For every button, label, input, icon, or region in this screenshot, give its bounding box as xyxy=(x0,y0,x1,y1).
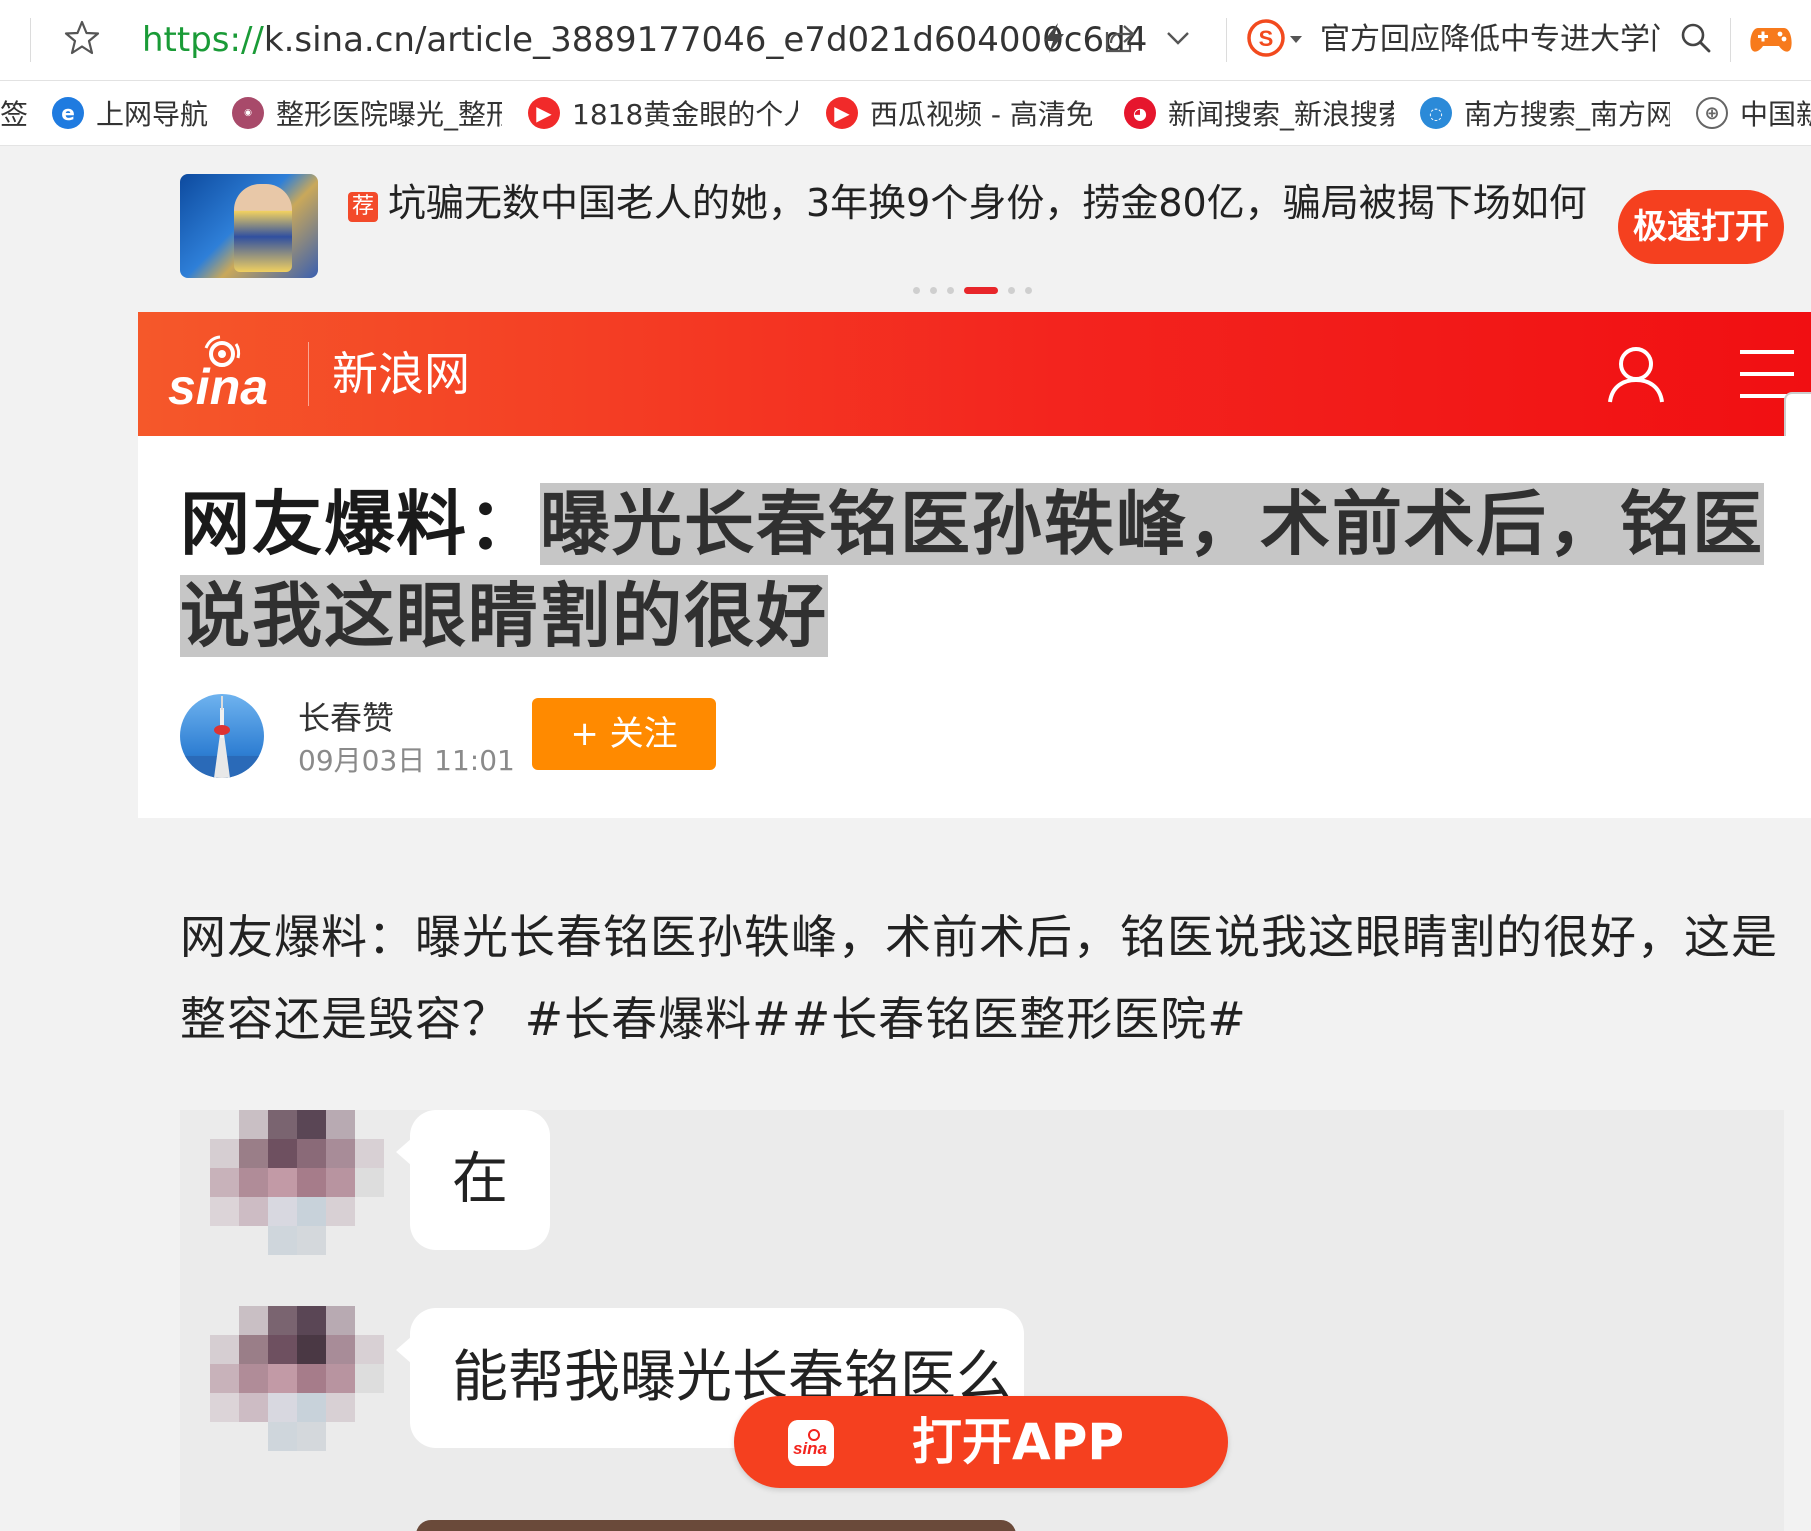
svg-text:sina: sina xyxy=(793,1439,827,1458)
quick-open-button[interactable]: 极速打开 xyxy=(1618,190,1784,264)
promo-thumbnail-figure xyxy=(234,184,292,272)
bookmark-item[interactable]: ⊕ 中国新 xyxy=(1696,91,1811,135)
sina-logo-icon[interactable]: sina xyxy=(166,334,284,416)
carousel-dot[interactable] xyxy=(947,287,954,294)
carousel-dot-active[interactable] xyxy=(964,287,998,294)
divider xyxy=(308,342,309,406)
play-icon: ▶ xyxy=(528,97,560,129)
site-name[interactable]: 新浪网 xyxy=(332,342,470,406)
pixelated-avatar xyxy=(210,1110,386,1276)
open-app-label: 打开APP xyxy=(912,1413,1124,1471)
bookmark-label: 新闻搜索_新浪搜索 xyxy=(1168,98,1394,131)
title-prefix: 网友爆料： xyxy=(180,483,540,565)
url-scheme: https:// xyxy=(142,20,264,60)
share-icon[interactable] xyxy=(1102,20,1138,56)
bookmark-label: 上网导航 xyxy=(96,98,209,131)
engine-dropdown-icon[interactable] xyxy=(1290,36,1302,43)
bookmark-label: 1818黄金眼的个人 xyxy=(572,98,798,131)
carousel-dot[interactable] xyxy=(913,287,920,294)
bookmark-item[interactable]: 签 xyxy=(0,91,30,135)
search-icon[interactable] xyxy=(1678,20,1714,56)
browser-address-bar: https://k.sina.cn/article_3889177046_e7d… xyxy=(0,0,1811,81)
author-name[interactable]: 长春赞 xyxy=(298,698,394,738)
weibo-icon: ◕ xyxy=(1124,97,1156,129)
article-body: 网友爆料：曝光长春铭医孙轶峰，术前术后，铭医说我这眼睛割的很好，这是整容还是毁容… xyxy=(180,910,1778,1046)
promo-banner[interactable]: 荐 坑骗无数中国老人的她，3年换9个身份，捞金80亿，骗局被揭下场如何 极速打开 xyxy=(138,146,1811,312)
nanfang-icon: ◌ xyxy=(1420,97,1452,129)
divider xyxy=(30,18,31,62)
user-icon[interactable] xyxy=(1604,342,1668,406)
game-controller-icon[interactable] xyxy=(1748,18,1794,58)
bookmark-item[interactable]: e 上网导航 xyxy=(52,91,232,135)
url-field[interactable]: https://k.sina.cn/article_3889177046_e7d… xyxy=(142,18,1147,62)
open-app-button[interactable]: sina 打开APP xyxy=(734,1396,1228,1488)
play-icon: ▶ xyxy=(826,97,858,129)
bookmark-item[interactable]: ▶ 西瓜视频 - 高清免 xyxy=(826,91,1092,135)
chat-bubble: 在 xyxy=(396,1110,550,1250)
search-input[interactable]: 官方回应降低中专进大学门 xyxy=(1320,18,1660,62)
carousel-dot[interactable] xyxy=(930,287,937,294)
bookmark-label: 南方搜索_南方网 xyxy=(1464,98,1670,131)
bookmark-label: 整形医院曝光_整形 xyxy=(276,98,502,131)
svg-text:S: S xyxy=(1259,26,1274,51)
follow-button[interactable]: + 关注 xyxy=(532,698,716,770)
carousel-dot[interactable] xyxy=(1008,287,1015,294)
bookmark-label: 西瓜视频 - 高清免 xyxy=(870,98,1092,131)
bookmark-item[interactable]: ◕ 新闻搜索_新浪搜索 xyxy=(1124,91,1394,135)
site-header: sina 新浪网 xyxy=(138,312,1811,436)
promo-thumbnail[interactable] xyxy=(180,174,318,278)
sina-app-icon: sina xyxy=(788,1420,834,1466)
chevron-down-icon[interactable] xyxy=(1160,20,1196,56)
divider xyxy=(1226,18,1227,62)
carousel-indicator xyxy=(913,287,1032,294)
globe-icon: ⊕ xyxy=(1696,97,1728,129)
tv-tower-icon xyxy=(180,696,264,778)
bookmark-star-icon[interactable] xyxy=(62,18,102,58)
article-title: 网友爆料：曝光长春铭医孙轶峰，术前术后，铭医说我这眼睛割的很好 xyxy=(180,478,1800,662)
promo-headline[interactable]: 坑骗无数中国老人的她，3年换9个身份，捞金80亿，骗局被揭下场如何 xyxy=(348,178,1588,228)
publish-time: 09月03日 11:01 xyxy=(298,744,515,777)
chat-image-preview xyxy=(416,1520,1016,1531)
author-avatar[interactable] xyxy=(180,694,264,778)
bookmarks-bar: 签 e 上网导航 ◉ 整形医院曝光_整形 ▶ 1818黄金眼的个人 ▶ 西瓜视频… xyxy=(0,81,1811,146)
bookmark-label: 中国新 xyxy=(1740,98,1811,131)
svg-text:sina: sina xyxy=(168,359,268,415)
ie-icon: e xyxy=(52,97,84,129)
divider xyxy=(1730,18,1731,62)
bookmark-label: 签 xyxy=(0,98,29,131)
article-header: 网友爆料：曝光长春铭医孙轶峰，术前术后，铭医说我这眼睛割的很好 长春赞 09月0… xyxy=(138,436,1811,818)
bookmark-item[interactable]: ▶ 1818黄金眼的个人 xyxy=(528,91,798,135)
carousel-dot[interactable] xyxy=(1025,287,1032,294)
clinic-icon: ◉ xyxy=(232,97,264,129)
sogou-search-icon[interactable]: S xyxy=(1246,18,1286,58)
bookmark-item[interactable]: ◉ 整形医院曝光_整形 xyxy=(232,91,502,135)
bookmark-item[interactable]: ◌ 南方搜索_南方网 xyxy=(1420,91,1670,135)
pixelated-avatar xyxy=(210,1306,386,1472)
lightning-icon[interactable] xyxy=(1036,20,1072,56)
url-text: k.sina.cn/article_3889177046_e7d021d6040… xyxy=(263,20,1148,60)
